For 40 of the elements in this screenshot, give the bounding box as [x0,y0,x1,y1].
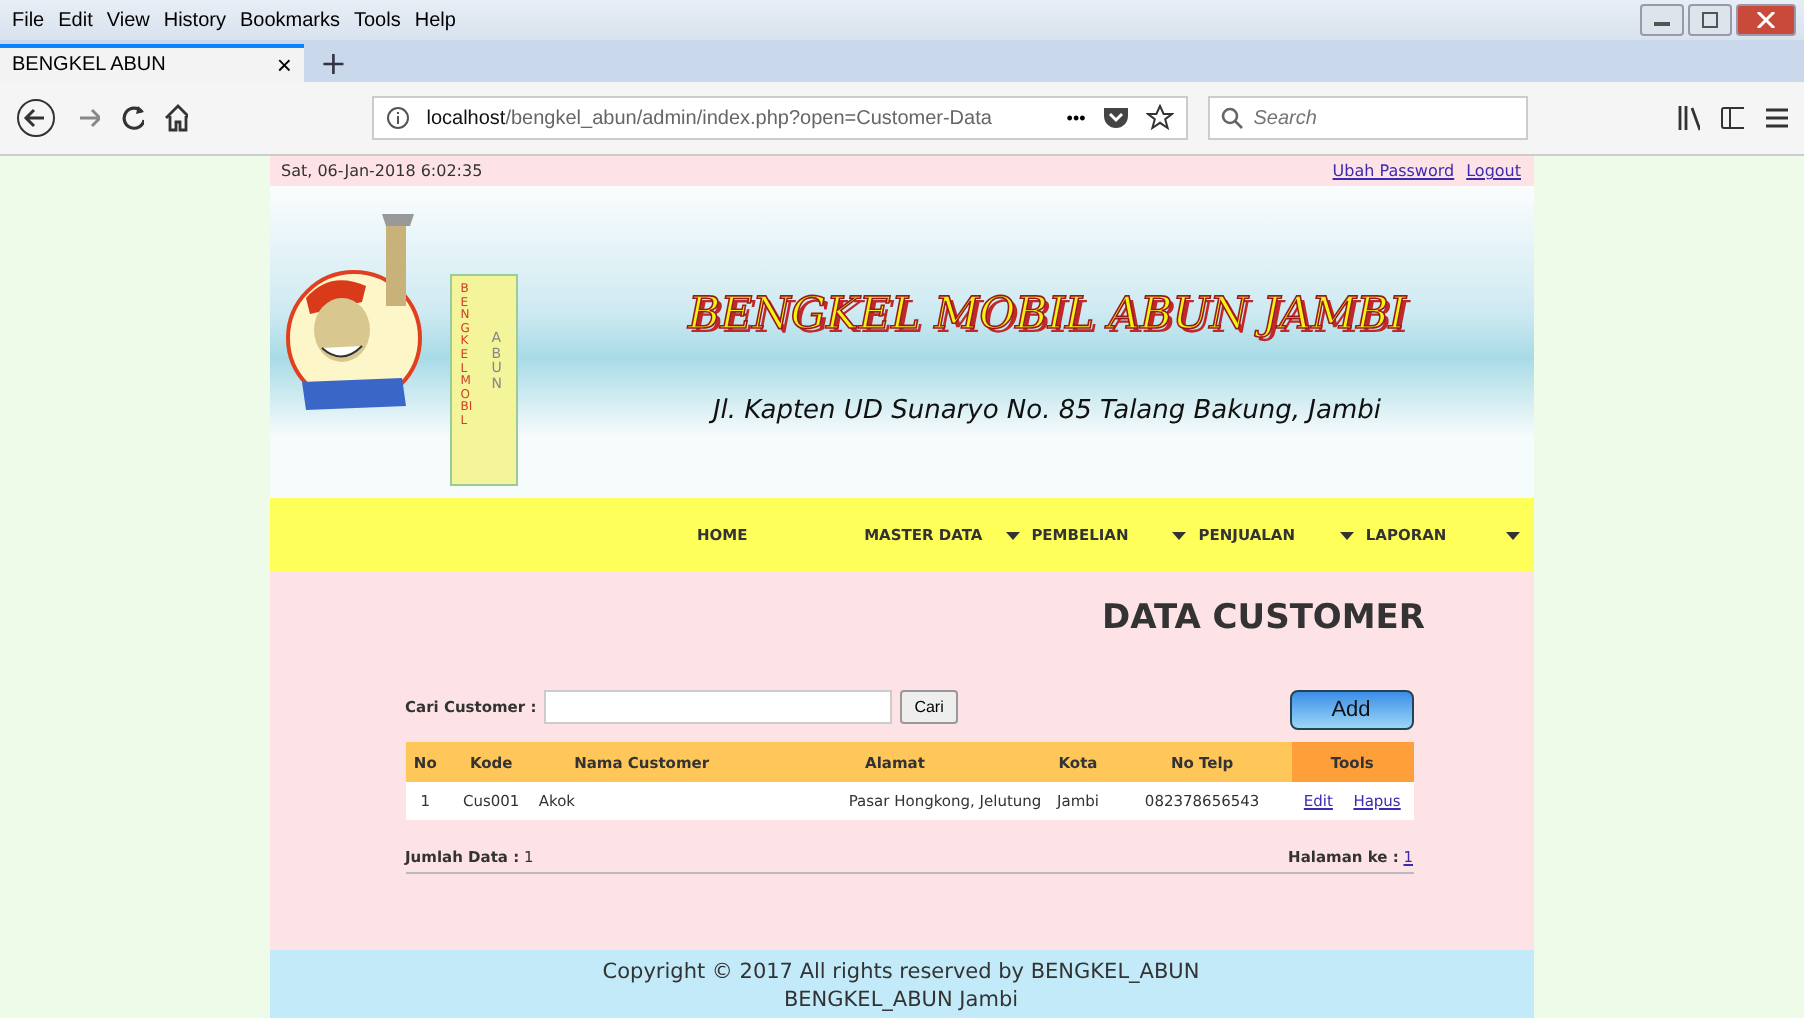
page-title: DATA CUSTOMER [1102,598,1425,638]
header-link[interactable]: Ubah Password [1332,162,1455,180]
back-button[interactable] [16,98,56,138]
customer-search-field[interactable] [544,689,893,723]
close-tab-button[interactable]: × [276,50,292,80]
close-icon [1756,12,1776,28]
reload-icon[interactable] [120,104,145,132]
home-icon[interactable] [164,104,189,132]
url-text: localhost/bengkel_abun/admin/index.php?open=Customer-Data [426,107,994,129]
forward-button[interactable] [76,104,101,132]
close-button[interactable] [1736,4,1796,36]
header-link[interactable]: Logout [1466,162,1521,180]
browser-tab[interactable]: BENGKEL ABUN × [0,44,304,82]
new-tab-button[interactable]: + [304,44,363,82]
menu-item[interactable]: Help [414,9,456,31]
site-title: BENGKEL MOBIL ABUN JAMBI [687,290,1407,340]
menu-item[interactable]: Bookmarks [239,9,340,31]
library-icon[interactable] [1675,104,1700,132]
site-address: Jl. Kapten UD Sunaryo No. 85 Talang Bakung, Jambi [712,396,1382,426]
menu-item[interactable]: File [12,9,45,31]
maximize-button[interactable] [1688,4,1732,36]
menu-item[interactable]: View [106,9,150,31]
menu-item[interactable]: Edit [58,9,93,31]
page-actions-button[interactable]: ••• [1066,108,1086,128]
info-icon[interactable] [386,106,411,130]
minimize-button[interactable] [1640,4,1684,36]
footer-text: Copyright © 2017 All rights reserved by BENGKEL_ABUN [600,958,1202,986]
add-button[interactable]: Add [1289,690,1413,730]
maximize-icon [1700,12,1720,28]
search-button[interactable]: Cari [900,689,958,723]
address-bar[interactable]: localhost/bengkel_abun/admin/index.php?open=Customer-Data ••• [372,96,1188,140]
menu-item[interactable]: Tools [354,9,401,31]
search-icon [1219,106,1244,130]
search-field[interactable]: Search [1207,96,1528,140]
menu-item[interactable]: History [163,9,226,31]
sidebar-icon[interactable] [1719,104,1744,132]
date-time: Sat, 06-Jan-2018 6:02:35 [281,162,483,180]
menu-icon[interactable] [1763,104,1788,132]
footer-text: BENGKEL_ABUN Jambi [781,986,1021,1014]
star-icon[interactable] [1145,104,1174,132]
